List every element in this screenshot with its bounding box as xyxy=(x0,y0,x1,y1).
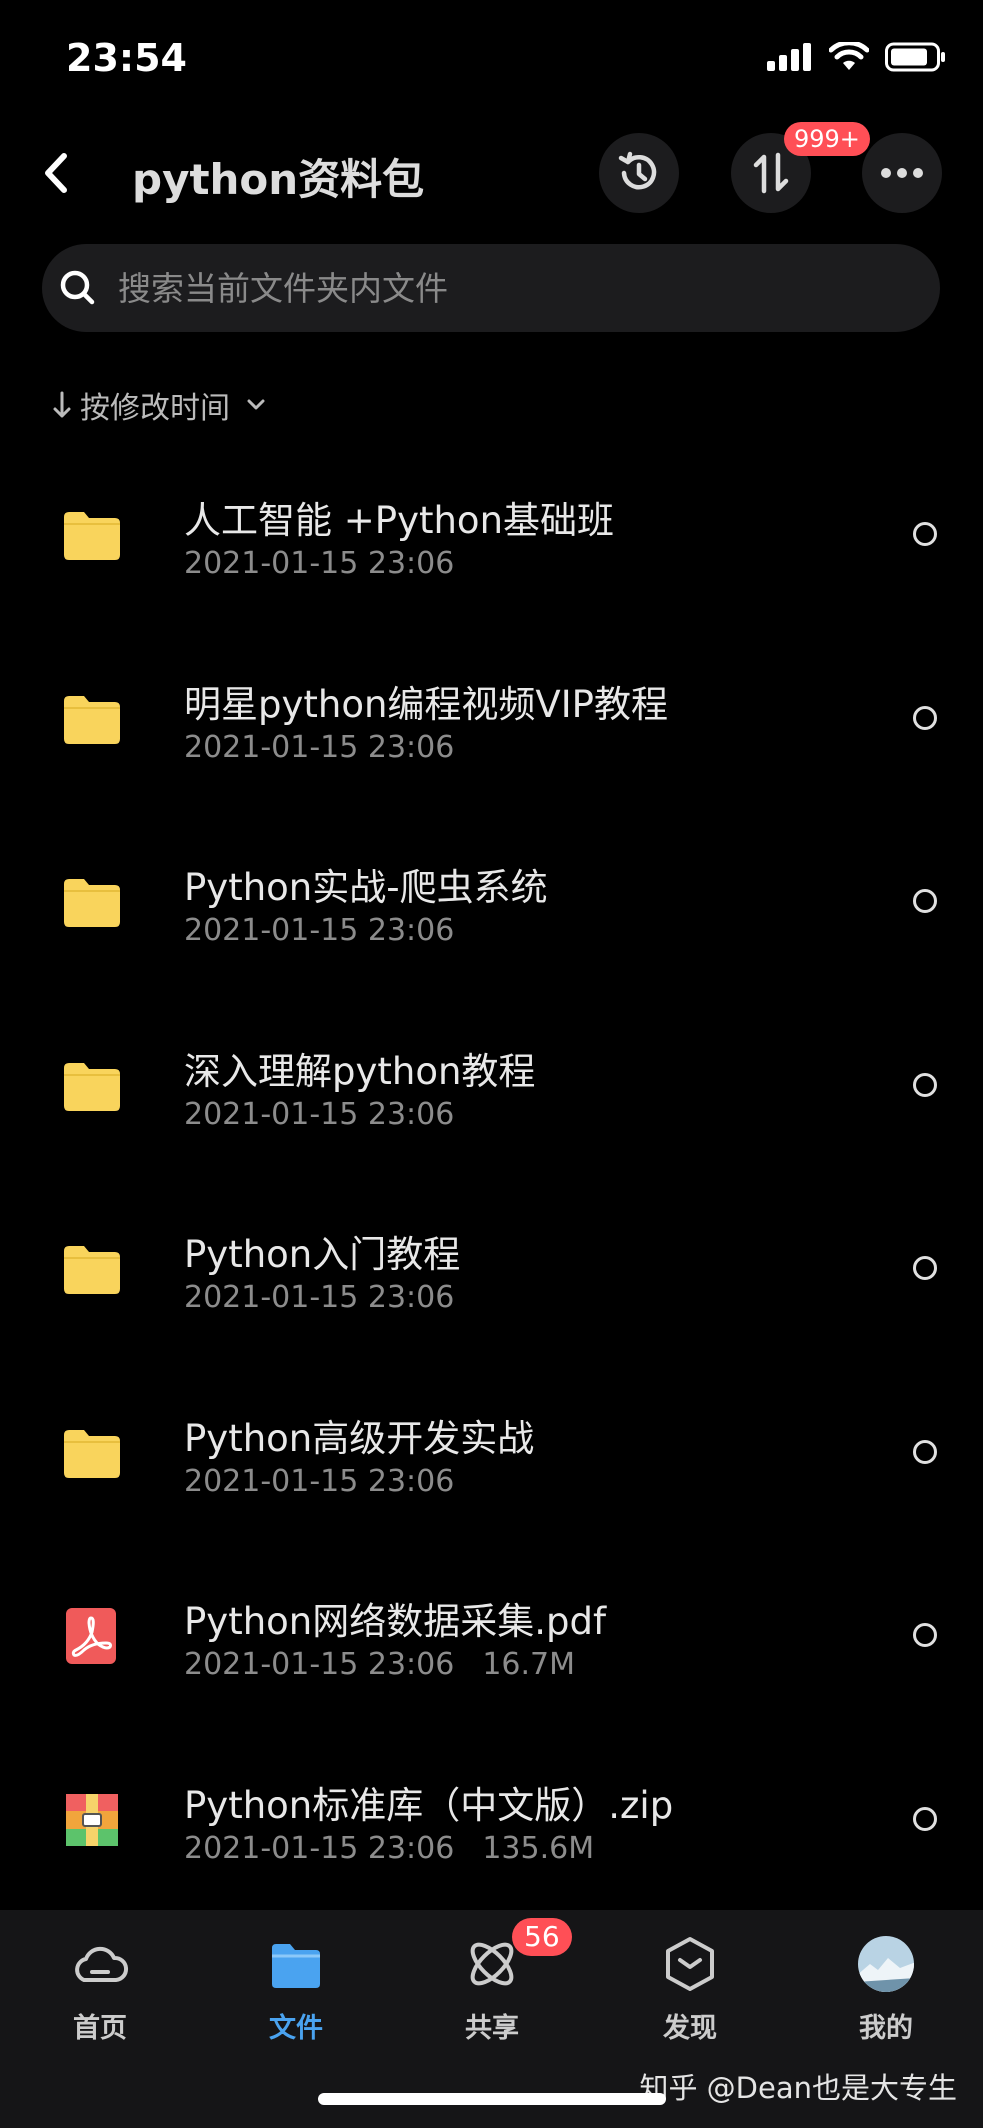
select-radio[interactable] xyxy=(913,705,937,730)
file-row[interactable]: 明星python编程视频VIP教程 2021-01-15 23:06 xyxy=(0,634,983,818)
tab-files[interactable]: 文件 xyxy=(236,1910,356,2050)
folder-icon xyxy=(62,1056,122,1116)
home-indicator xyxy=(318,2093,666,2105)
arrow-down-icon xyxy=(53,391,71,418)
file-list: 人工智能 +Python基础班 2021-01-15 23:06 明星python编… xyxy=(0,450,983,1918)
status-time: 23:54 xyxy=(66,36,187,80)
file-date: 2021-01-15 23:06 xyxy=(184,1280,455,1315)
file-name: 人工智能 +Python基础班 xyxy=(184,499,615,542)
search-bar[interactable] xyxy=(42,244,940,332)
folder-icon xyxy=(62,505,122,565)
page-title: python资料包 xyxy=(132,155,425,204)
file-row[interactable]: Python网络数据采集.pdf 2021-01-15 23:06 16.7M xyxy=(0,1551,983,1735)
file-meta: 2021-01-15 23:06 xyxy=(184,913,482,948)
select-radio[interactable] xyxy=(913,1439,937,1464)
select-radio[interactable] xyxy=(913,1806,937,1831)
discover-icon xyxy=(666,1937,714,1991)
file-name: 明星python编程视频VIP教程 xyxy=(184,682,668,726)
pdf-file-icon xyxy=(62,1606,122,1666)
file-size: 16.7M xyxy=(482,1647,576,1682)
file-date: 2021-01-15 23:06 xyxy=(184,546,455,581)
more-icon xyxy=(881,168,923,178)
transfer-badge: 999+ xyxy=(784,122,870,156)
file-date: 2021-01-15 23:06 xyxy=(184,913,455,948)
sort-label: 按修改时间 xyxy=(80,391,230,426)
folder-icon xyxy=(62,872,122,932)
folder-icon xyxy=(62,1239,122,1299)
zip-file-icon xyxy=(62,1790,122,1850)
file-date: 2021-01-15 23:06 xyxy=(184,1647,455,1682)
folder-icon xyxy=(272,1944,320,1988)
tab-home[interactable]: 首页 xyxy=(40,1910,160,2050)
file-row[interactable]: Python实战-爬虫系统 2021-01-15 23:06 xyxy=(0,817,983,1001)
file-row[interactable]: Python标准库（中文版）.zip 2021-01-15 23:06 135.6M xyxy=(0,1735,983,1919)
file-name: Python入门教程 xyxy=(184,1233,461,1276)
search-icon xyxy=(60,270,95,305)
file-date: 2021-01-15 23:06 xyxy=(184,1463,455,1499)
select-radio[interactable] xyxy=(913,1256,937,1280)
file-row[interactable]: Python高级开发实战 2021-01-15 23:06 xyxy=(0,1368,983,1552)
select-radio[interactable] xyxy=(913,522,937,546)
share-badge: 56 xyxy=(512,1918,572,1956)
file-meta: 2021-01-15 23:06 xyxy=(184,1097,482,1132)
file-name: 深入理解python教程 xyxy=(184,1049,536,1093)
file-date: 2021-01-15 23:06 xyxy=(184,729,455,765)
status-icons xyxy=(767,42,947,72)
tab-label: 首页 xyxy=(73,2013,127,2044)
file-meta: 2021-01-15 23:06 xyxy=(184,730,482,765)
file-name: Python高级开发实战 xyxy=(184,1416,535,1460)
select-radio[interactable] xyxy=(913,1623,937,1647)
chevron-left-icon xyxy=(45,153,67,193)
chevron-down-icon xyxy=(247,399,265,410)
file-meta: 2021-01-15 23:06 xyxy=(184,1464,482,1499)
wifi-icon xyxy=(829,42,869,70)
folder-icon xyxy=(62,1423,122,1483)
more-button[interactable] xyxy=(862,133,942,213)
history-button[interactable] xyxy=(599,133,679,213)
file-row[interactable]: Python入门教程 2021-01-15 23:06 xyxy=(0,1184,983,1368)
sort-selector[interactable]: 按修改时间 xyxy=(52,383,266,427)
file-name: Python网络数据采集.pdf xyxy=(184,1600,607,1643)
file-row[interactable]: 深入理解python教程 2021-01-15 23:06 xyxy=(0,1001,983,1185)
watermark: 知乎 @Dean也是大专生 xyxy=(639,2071,957,2105)
search-input[interactable] xyxy=(116,267,900,309)
tab-label: 文件 xyxy=(269,2013,323,2044)
file-name: Python实战-爬虫系统 xyxy=(184,866,548,909)
file-meta: 2021-01-15 23:06 xyxy=(184,546,482,581)
tab-discover[interactable]: 发现 xyxy=(630,1910,750,2050)
file-meta: 2021-01-15 23:06 16.7M xyxy=(184,1647,575,1682)
tab-label: 我的 xyxy=(859,2013,913,2044)
file-meta: 2021-01-15 23:06 135.6M xyxy=(184,1831,594,1866)
cloud-icon xyxy=(75,1946,129,1982)
avatar-icon xyxy=(858,1936,914,1992)
signal-icon xyxy=(767,43,811,71)
select-radio[interactable] xyxy=(913,889,937,913)
history-icon xyxy=(618,151,657,190)
file-date: 2021-01-15 23:06 xyxy=(184,1830,455,1866)
battery-icon xyxy=(885,42,945,72)
tab-mine[interactable]: 我的 xyxy=(826,1910,946,2050)
folder-icon xyxy=(62,689,122,749)
file-meta: 2021-01-15 23:06 xyxy=(184,1280,482,1315)
file-size: 135.6M xyxy=(482,1830,595,1866)
tab-label: 共享 xyxy=(465,2013,519,2044)
back-button[interactable] xyxy=(36,148,76,198)
select-radio[interactable] xyxy=(913,1072,937,1097)
file-date: 2021-01-15 23:06 xyxy=(184,1096,455,1132)
file-name: Python标准库（中文版）.zip xyxy=(184,1783,674,1827)
tab-label: 发现 xyxy=(663,2013,717,2044)
file-row[interactable]: 人工智能 +Python基础班 2021-01-15 23:06 xyxy=(0,450,983,634)
transfer-icon xyxy=(753,152,789,194)
